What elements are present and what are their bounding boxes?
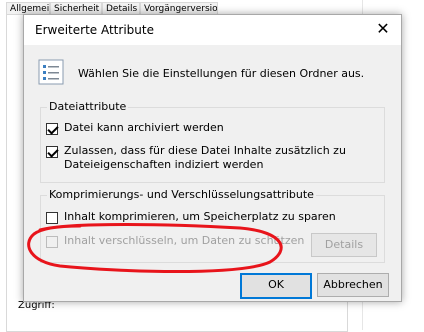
dialog-title: Erweiterte Attribute	[35, 23, 154, 37]
index-checkbox[interactable]	[46, 146, 58, 158]
index-checkbox-label-line2[interactable]: Dateieigenschaften indiziert werden	[64, 158, 263, 172]
compress-checkbox-label[interactable]: Inhalt komprimieren, um Speicherplatz zu…	[64, 210, 336, 224]
ok-button[interactable]: OK	[240, 273, 312, 299]
details-button[interactable]: Details	[311, 233, 377, 257]
file-attributes-group-label: Dateiattribute	[47, 100, 129, 113]
close-icon[interactable]: ✕	[375, 21, 391, 37]
attributes-list-icon	[38, 59, 64, 85]
archive-checkbox[interactable]	[46, 123, 58, 135]
cancel-button[interactable]: Abbrechen	[317, 273, 389, 297]
encrypt-checkbox-label[interactable]: Inhalt verschlüsseln, um Daten zu schütz…	[64, 234, 304, 248]
index-checkbox-label-line1[interactable]: Zulassen, dass für diese Datei Inhalte z…	[64, 144, 346, 158]
file-attributes-group: Dateiattribute Datei kann archiviert wer…	[40, 100, 385, 183]
intro-text: Wählen Sie die Einstellungen für diesen …	[78, 67, 365, 80]
encrypt-checkbox[interactable]	[46, 236, 58, 248]
advanced-attributes-dialog: Erweiterte Attribute ✕ Wählen Sie die Ei…	[23, 14, 402, 302]
compress-encrypt-group-label: Komprimierungs- und Verschlüsselungsattr…	[47, 188, 316, 201]
dialog-titlebar[interactable]: Erweiterte Attribute ✕	[24, 15, 401, 45]
compress-checkbox[interactable]	[46, 212, 58, 224]
parent-tab-strip: Allgemein Sicherheit Details Vorgängerve…	[6, 0, 346, 15]
archive-checkbox-label[interactable]: Datei kann archiviert werden	[64, 121, 224, 135]
